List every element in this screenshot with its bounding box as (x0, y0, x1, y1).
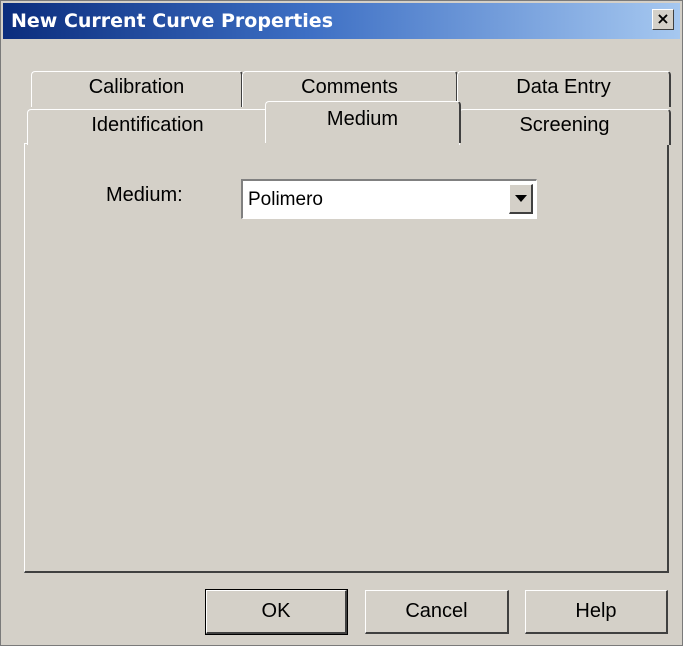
tab-identification[interactable]: Identification (27, 109, 269, 145)
dialog-window: New Current Curve Properties × Calibrati… (0, 0, 683, 646)
cancel-button[interactable]: Cancel (365, 590, 509, 634)
tab-screening[interactable]: Screening (459, 109, 671, 145)
tab-medium[interactable]: Medium (265, 101, 461, 143)
medium-dropdown-button[interactable] (509, 184, 533, 214)
chevron-down-icon (515, 195, 527, 202)
tab-identification-label: Identification (91, 114, 204, 136)
tab-comments-label: Comments (301, 76, 398, 98)
tab-calibration-label: Calibration (88, 76, 185, 98)
active-tab-joint (266, 142, 459, 145)
medium-select-value: Polimero (248, 189, 323, 210)
tab-data-entry-label: Data Entry (516, 76, 611, 98)
medium-select[interactable]: Polimero (241, 179, 537, 219)
help-button[interactable]: Help (525, 590, 668, 634)
tab-data-entry[interactable]: Data Entry (457, 71, 671, 107)
tab-calibration[interactable]: Calibration (31, 71, 243, 107)
title-bar[interactable]: New Current Curve Properties × (3, 3, 680, 39)
medium-label: Medium: (106, 184, 183, 206)
tab-screening-label: Screening (519, 114, 610, 136)
close-button[interactable]: × (652, 9, 674, 30)
ok-button[interactable]: OK (205, 589, 348, 635)
window-title: New Current Curve Properties (11, 10, 333, 32)
tab-medium-label: Medium (326, 108, 399, 130)
close-icon: × (656, 9, 670, 28)
